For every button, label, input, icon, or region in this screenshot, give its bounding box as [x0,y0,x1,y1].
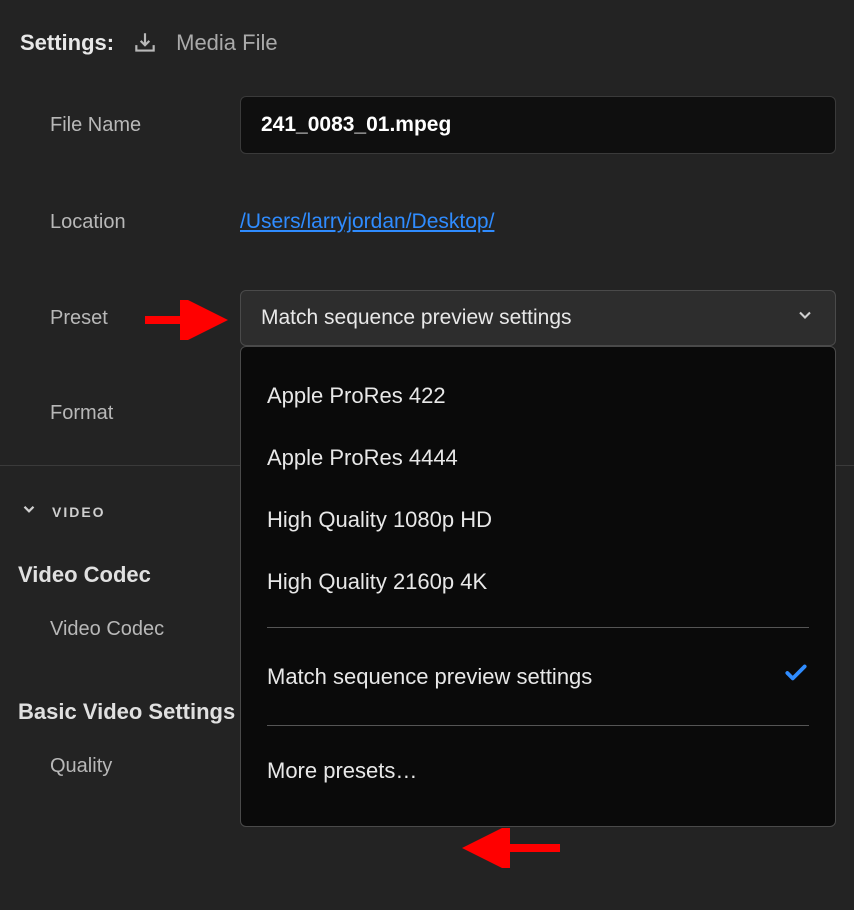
file-name-input[interactable] [240,96,836,154]
annotation-arrow [450,828,570,868]
video-heading: VIDEO [52,504,106,520]
preset-option-more[interactable]: More presets… [241,740,835,802]
menu-separator [267,725,809,726]
preset-option-match-sequence[interactable]: Match sequence preview settings [241,642,835,711]
location-label: Location [50,211,240,234]
check-icon [783,660,809,693]
quality-label: Quality [50,755,240,778]
import-icon[interactable] [132,30,158,56]
preset-value: Match sequence preview settings [261,306,572,330]
preset-menu: Apple ProRes 422 Apple ProRes 4444 High … [240,346,836,827]
file-name-label: File Name [50,114,240,137]
preset-option-prores422[interactable]: Apple ProRes 422 [241,365,835,427]
media-file-label: Media File [176,30,277,56]
preset-option-hq2160p[interactable]: High Quality 2160p 4K [241,551,835,613]
preset-option-prores4444[interactable]: Apple ProRes 4444 [241,427,835,489]
chevron-down-icon [20,500,38,524]
preset-label: Preset [50,307,240,330]
chevron-down-icon [795,305,815,331]
preset-dropdown[interactable]: Match sequence preview settings [240,290,836,346]
menu-separator [267,627,809,628]
preset-option-hq1080p[interactable]: High Quality 1080p HD [241,489,835,551]
settings-title: Settings: [20,30,114,56]
settings-header: Settings: Media File [0,0,854,76]
location-link[interactable]: /Users/larryjordan/Desktop/ [240,210,494,233]
video-codec-label: Video Codec [50,618,240,641]
format-label: Format [50,402,240,425]
